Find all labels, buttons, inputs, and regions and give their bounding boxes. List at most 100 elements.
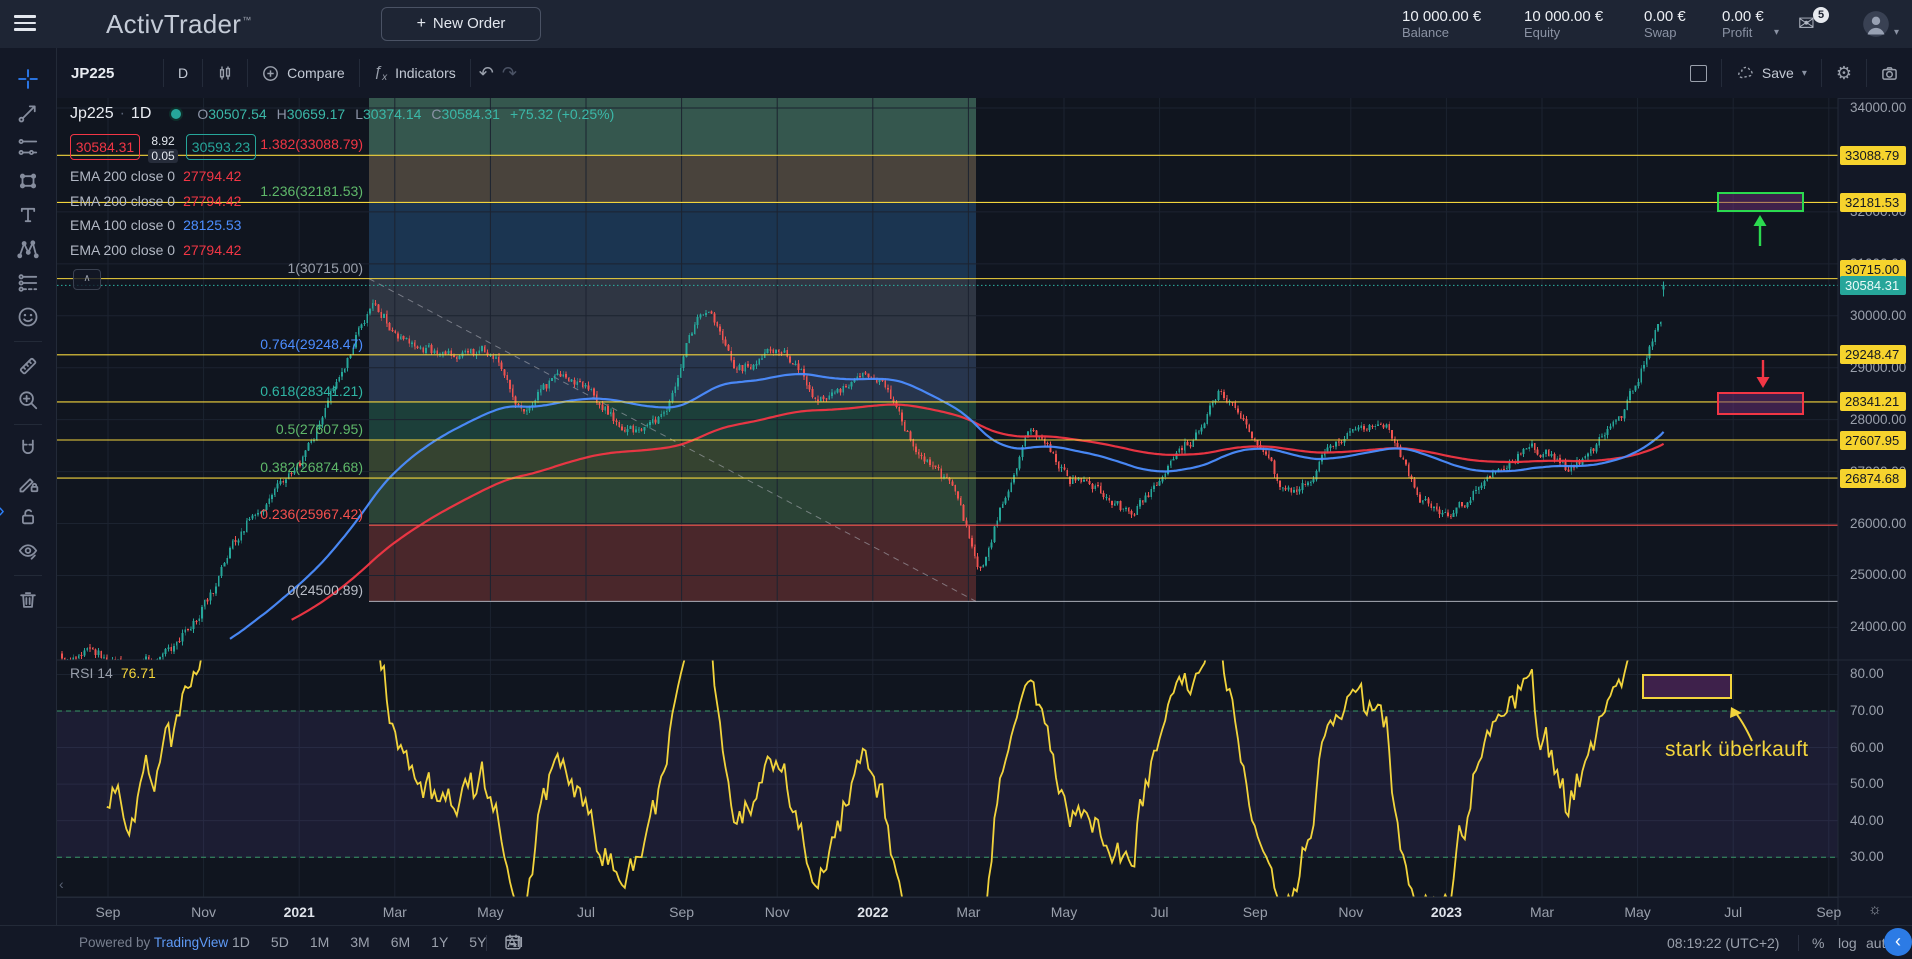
indicator-row[interactable]: EMA 200 close 027794.42 — [70, 164, 614, 189]
save-button[interactable]: Save ▾ — [1722, 48, 1821, 98]
tool-crosshair[interactable] — [11, 62, 45, 96]
price-axis[interactable]: ☼ 34000.0032000.0031000.0030000.0029000.… — [1838, 98, 1912, 897]
redo-icon[interactable]: ↷ — [502, 63, 525, 84]
timeframe-1M[interactable]: 1M — [306, 934, 333, 950]
time-axis[interactable]: SepNov2021MarMayJulSepNov2022MarMayJulSe… — [57, 897, 1838, 926]
time-label: Mar — [938, 904, 998, 920]
compare-plus-icon — [262, 65, 279, 82]
tool-trash[interactable] — [11, 583, 45, 617]
time-label: 2023 — [1416, 904, 1476, 920]
price-badge-30584.31[interactable]: 30584.31 — [1840, 276, 1906, 295]
time-label: Mar — [1512, 904, 1572, 920]
tool-shapes[interactable] — [11, 164, 45, 198]
chart-toolbar: JP225 D Compare ƒx Indicators ↶ ↷ — [57, 48, 1912, 99]
tool-ruler[interactable] — [11, 349, 45, 383]
fib-label: 0.5(27607.95) — [193, 421, 363, 437]
tool-group-divider — [14, 341, 42, 342]
tool-draw-lock[interactable] — [11, 466, 45, 500]
symbol-search-button[interactable]: JP225 — [57, 48, 163, 98]
trash-icon — [17, 589, 39, 611]
timeframe-6M[interactable]: 6M — [387, 934, 414, 950]
change-value: +75.32 (+0.25%) — [510, 106, 614, 122]
rsi-label: 30.00 — [1850, 849, 1884, 864]
account-profit: 0.00 €Profit — [1722, 8, 1764, 41]
magnet-icon — [17, 438, 39, 460]
hamburger-menu-icon[interactable] — [14, 15, 36, 35]
fib-label: 0.382(26874.68) — [193, 459, 363, 475]
sell-price-button[interactable]: 30584.31 — [70, 134, 140, 160]
pane-collapse-icon[interactable]: ‹ — [59, 876, 64, 892]
indicator-row[interactable]: EMA 100 close 028125.53 — [70, 213, 614, 238]
scale-percent-button[interactable]: % — [1812, 935, 1824, 951]
footer-bar: Powered by TradingView 1D5D1M3M6M1Y5YAll… — [0, 925, 1912, 959]
screenshot-button[interactable] — [1867, 48, 1912, 98]
clock[interactable]: 08:19:22 (UTC+2) — [1667, 935, 1779, 951]
ohlc-values: O30507.54H30659.17L30374.14C30584.31+75.… — [197, 106, 614, 122]
tool-zoom-in[interactable] — [11, 383, 45, 417]
indicator-legend-rows: EMA 200 close 027794.42EMA 200 close 027… — [70, 164, 614, 262]
tool-emoji[interactable] — [11, 300, 45, 334]
indicator-row[interactable]: EMA 200 close 027794.42 — [70, 238, 614, 263]
axis-settings-sun-icon[interactable]: ☼ — [1868, 901, 1882, 918]
spread-value: 8.92 0.05 — [144, 134, 182, 163]
forecast-icon — [17, 272, 39, 294]
legend-interval[interactable]: 1D — [131, 105, 151, 123]
tool-lock-all[interactable] — [11, 500, 45, 534]
price-badge-28341.21[interactable]: 28341.21 — [1840, 392, 1906, 411]
profit-chevron-down-icon[interactable]: ▾ — [1774, 27, 1779, 38]
go-to-date-button[interactable] — [504, 933, 522, 954]
user-menu-button[interactable]: ▾ — [1862, 10, 1890, 43]
layout-button[interactable] — [1676, 48, 1721, 98]
compare-button[interactable]: Compare — [248, 48, 359, 98]
account-balance: 10 000.00 €Balance — [1402, 8, 1481, 41]
chart-style-button[interactable] — [203, 48, 247, 98]
timeframe-3M[interactable]: 3M — [346, 934, 373, 950]
account-label: Swap — [1644, 25, 1686, 41]
price-badge-32181.53[interactable]: 32181.53 — [1840, 193, 1906, 212]
tool-forecast[interactable] — [11, 266, 45, 300]
scale-log-button[interactable]: log — [1838, 935, 1857, 951]
avatar-icon — [1862, 10, 1890, 38]
tool-trend-line[interactable] — [11, 96, 45, 130]
price-badge-27607.95[interactable]: 27607.95 — [1840, 431, 1906, 450]
tool-xabcd-pattern[interactable] — [11, 232, 45, 266]
collapse-panel-button[interactable]: ‹ — [1884, 928, 1912, 956]
indicator-row[interactable]: EMA 200 close 027794.42 — [70, 189, 614, 214]
rsi-label: 70.00 — [1850, 703, 1884, 718]
scale-auto-button[interactable]: aut — [1866, 935, 1885, 951]
price-badge-33088.79[interactable]: 33088.79 — [1840, 146, 1906, 165]
timeframe-buttons: 1D5D1M3M6M1Y5YAll — [228, 934, 527, 950]
time-label: Sep — [1225, 904, 1285, 920]
new-order-button[interactable]: +New Order — [381, 7, 541, 41]
buy-price-button[interactable]: 30593.23 — [186, 134, 256, 160]
tool-hide-all[interactable] — [11, 534, 45, 568]
interval-button[interactable]: D — [164, 48, 202, 98]
tool-group-divider — [14, 424, 42, 425]
account-label: Balance — [1402, 25, 1481, 41]
undo-icon[interactable]: ↶ — [471, 63, 502, 84]
panel-expand-tab[interactable]: › — [0, 500, 5, 523]
price-badge-26874.68[interactable]: 26874.68 — [1840, 469, 1906, 488]
tool-magnet[interactable] — [11, 432, 45, 466]
timeframe-1Y[interactable]: 1Y — [427, 934, 452, 950]
draw-lock-icon — [17, 472, 39, 494]
camera-icon — [1881, 65, 1898, 82]
timeframe-1D[interactable]: 1D — [228, 934, 254, 950]
chart-settings-button[interactable]: ⚙ — [1822, 48, 1866, 98]
layout-square-icon — [1690, 65, 1707, 82]
annotation-text[interactable]: stark überkauft — [1665, 738, 1808, 762]
tradingview-link[interactable]: TradingView — [154, 935, 228, 950]
legend-symbol[interactable]: Jp225 — [70, 105, 114, 123]
legend-collapse-button[interactable]: ∧ — [73, 269, 101, 290]
indicators-button[interactable]: ƒx Indicators — [360, 48, 470, 98]
hide-all-icon — [17, 540, 39, 562]
market-status-dot[interactable] — [169, 107, 183, 121]
notifications-button[interactable]: ✉ 5 — [1798, 11, 1832, 39]
top-bar: ActivTrader™ +New Order 10 000.00 €Balan… — [0, 0, 1912, 48]
tool-text-tool[interactable] — [11, 198, 45, 232]
time-label: Sep — [78, 904, 138, 920]
chart-area[interactable]: Jp225 · 1D O30507.54H30659.17L30374.14C3… — [57, 98, 1912, 925]
timeframe-5D[interactable]: 5D — [267, 934, 293, 950]
price-badge-29248.47[interactable]: 29248.47 — [1840, 345, 1906, 364]
tool-fib-tools[interactable] — [11, 130, 45, 164]
